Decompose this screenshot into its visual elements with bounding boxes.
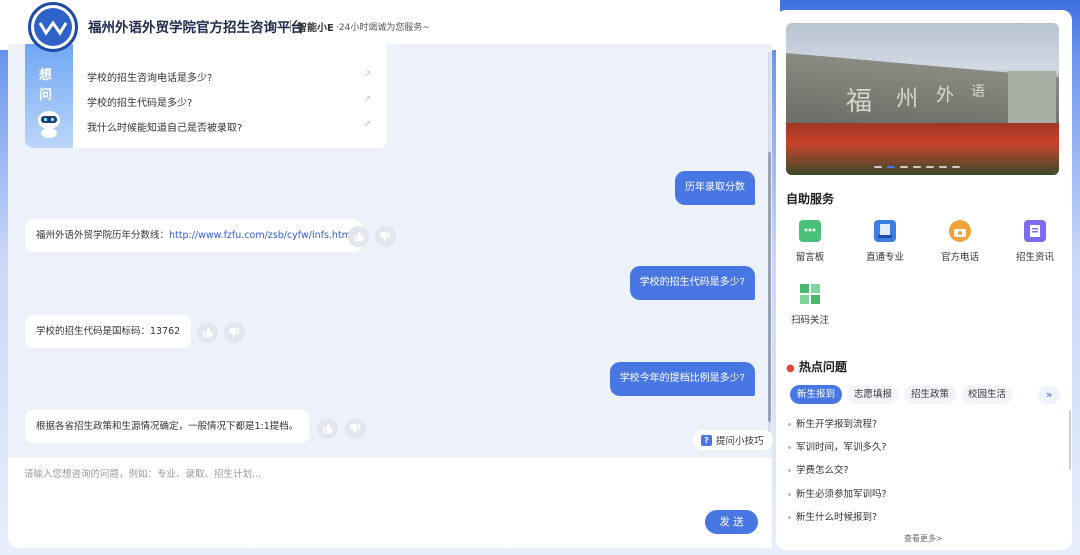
bot-message: 学校的招生代码是国标码：13762 — [25, 315, 192, 348]
carousel-dot[interactable] — [913, 166, 921, 168]
robot-icon — [38, 111, 60, 138]
assistant-name: 智能小E — [297, 23, 334, 34]
scrollbar-thumb[interactable] — [768, 152, 771, 422]
banner-calligraphy: 福 — [846, 87, 873, 117]
service-label: 招生资讯 — [1015, 252, 1054, 263]
service-label: 官方电话 — [940, 252, 979, 263]
suggested-question[interactable]: 学校的招生咨询电话是多少? — [87, 69, 212, 84]
hot-question[interactable]: 军训时间，军训多久? — [788, 439, 887, 453]
banner-char: 想 — [39, 68, 53, 83]
send-button[interactable]: 发 送 — [705, 510, 758, 534]
carousel-dots[interactable] — [874, 166, 960, 168]
suggested-question[interactable]: 学校的招生代码是多少? — [87, 94, 192, 109]
carousel-dot[interactable] — [939, 166, 947, 168]
question-input[interactable] — [24, 466, 704, 496]
score-link[interactable]: http://www.fzfu.com/zsb/cyfw/lnfs.htm — [169, 230, 351, 241]
suggested-question[interactable]: 我什么时候能知道自己是否被录取? — [87, 119, 242, 134]
see-more-link[interactable]: 查看更多> — [904, 533, 943, 544]
thumbs-up-icon[interactable] — [317, 418, 338, 439]
thumbs-down-icon[interactable] — [375, 226, 396, 247]
hot-questions-heading: ● 热点问题 — [786, 358, 847, 375]
banner-calligraphy: 州 — [896, 87, 919, 112]
user-message: 学校的招生代码是多少? — [629, 266, 755, 300]
chat-scrollbar[interactable] — [768, 52, 771, 432]
campus-banner-image[interactable]: 福 州 外 语 — [786, 23, 1059, 175]
fire-icon: ● — [786, 363, 795, 374]
thumbs-down-icon[interactable] — [345, 418, 366, 439]
right-panel: 福 州 外 语 自助服务 留言板 直通专业 官方电话 招生资讯 扫码关注 ● 热… — [776, 10, 1072, 550]
service-label: 扫码关注 — [790, 315, 829, 326]
tab-policy[interactable]: 招生政策 — [904, 385, 957, 404]
self-service-title: 自助服务 — [786, 192, 835, 206]
carousel-dot[interactable] — [952, 166, 960, 168]
message-board-icon — [799, 220, 821, 242]
carousel-dot[interactable] — [887, 166, 895, 168]
hot-questions-title: 热点问题 — [798, 360, 847, 374]
thumbs-up-icon[interactable] — [348, 226, 369, 247]
tips-label: 提问小技巧 — [716, 436, 764, 447]
suggest-banner: 想 问 — [25, 44, 73, 148]
share-icon[interactable]: ↗ — [363, 69, 371, 80]
service-label: 留言板 — [795, 252, 825, 263]
bot-message: 福州外语外贸学院历年分数线：http://www.fzfu.com/zsb/cy… — [25, 219, 362, 252]
hot-question[interactable]: 学费怎么交? — [788, 462, 849, 476]
tabs-more-arrow-icon[interactable]: » — [1038, 386, 1060, 404]
banner-calligraphy: 外 — [936, 85, 954, 106]
banner-char: 问 — [39, 88, 53, 103]
hot-tabs: 新生报到 志愿填报 招生政策 校园生活 — [790, 385, 1014, 404]
phone-icon — [949, 220, 971, 242]
bot-message: 根据各省招生政策和生源情况确定，一般情况下都是1:1提档。 — [25, 410, 310, 443]
carousel-dot[interactable] — [900, 166, 908, 168]
service-scan-follow[interactable]: 扫码关注 — [780, 283, 840, 326]
hot-question[interactable]: 新生什么时候报到? — [788, 509, 877, 523]
hot-list-scrollbar[interactable] — [1069, 410, 1071, 470]
service-label: 直通专业 — [865, 252, 904, 263]
service-official-phone[interactable]: 官方电话 — [930, 220, 990, 263]
thumbs-up-icon[interactable] — [197, 322, 218, 343]
school-logo — [28, 2, 78, 52]
tab-campus-life[interactable]: 校园生活 — [961, 385, 1014, 404]
document-icon — [1024, 220, 1046, 242]
bot-message-text: 福州外语外贸学院历年分数线： — [36, 230, 170, 241]
carousel-dot[interactable] — [926, 166, 934, 168]
question-tips-button[interactable]: ? 提问小技巧 — [693, 430, 773, 450]
tab-new-student[interactable]: 新生报到 — [790, 385, 843, 404]
share-icon[interactable]: ↗ — [363, 94, 371, 105]
carousel-dot[interactable] — [874, 166, 882, 168]
share-icon[interactable]: ↗ — [363, 119, 371, 130]
header-slogan: ·24小时竭诚为您服务~ — [336, 23, 430, 33]
qrcode-icon — [799, 283, 821, 305]
user-message: 历年录取分数 — [675, 171, 755, 205]
tab-application[interactable]: 志愿填报 — [847, 385, 900, 404]
page-title: 福州外语外贸学院官方招生咨询平台 — [88, 20, 304, 36]
service-direct-major[interactable]: 直通专业 — [855, 220, 915, 263]
help-icon: ? — [701, 434, 712, 446]
user-message: 学校今年的提档比例是多少? — [609, 362, 755, 396]
book-icon — [874, 220, 896, 242]
input-area: 发 送 — [8, 458, 772, 548]
banner-calligraphy: 语 — [971, 84, 985, 100]
suggested-questions-card: 想 问 学校的招生咨询电话是多少? ↗ 学校的招生代码是多少? ↗ 我什么时候能… — [25, 44, 387, 148]
hot-question[interactable]: 新生开学报到流程? — [788, 416, 877, 430]
banner-building — [1008, 71, 1056, 126]
thumbs-down-icon[interactable] — [224, 322, 245, 343]
service-message-board[interactable]: 留言板 — [780, 220, 840, 263]
service-admission-news[interactable]: 招生资讯 — [1005, 220, 1065, 263]
title-divider — [290, 20, 291, 32]
hot-question[interactable]: 新生必须参加军训吗? — [788, 486, 887, 500]
